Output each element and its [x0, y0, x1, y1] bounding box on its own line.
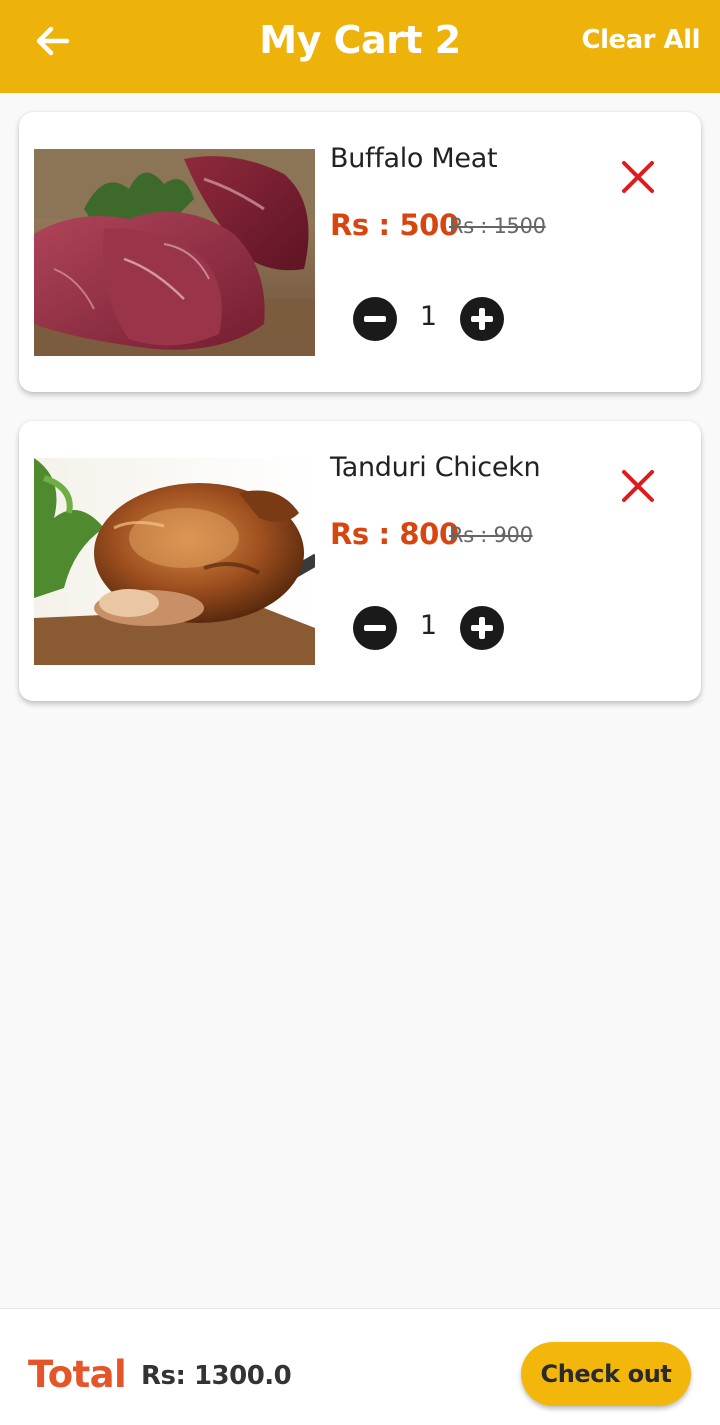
- product-original-price: Rs : 1500: [449, 214, 546, 238]
- increase-quantity-button[interactable]: [460, 606, 504, 650]
- back-arrow-icon: [36, 26, 70, 56]
- cart-item-card: Tanduri Chicekn Rs : 800 Rs : 900 1: [19, 421, 701, 701]
- cart-item-card: Buffalo Meat Rs : 500 Rs : 1500 1: [19, 112, 701, 392]
- clear-all-button[interactable]: Clear All: [582, 25, 701, 55]
- cart-footer: Total Rs: 1300.0 Check out: [0, 1308, 720, 1425]
- quantity-value: 1: [419, 301, 438, 332]
- close-icon: [622, 161, 654, 193]
- tandoori-chicken-image: [34, 458, 315, 665]
- close-icon: [622, 470, 654, 502]
- product-original-price: Rs : 900: [449, 523, 533, 547]
- total-value: Rs: 1300.0: [141, 1361, 292, 1391]
- product-price: Rs : 500: [330, 208, 459, 242]
- product-image: [34, 149, 315, 356]
- decrease-quantity-button[interactable]: [353, 606, 397, 650]
- product-name: Buffalo Meat: [330, 143, 498, 174]
- remove-item-button[interactable]: [619, 158, 657, 196]
- product-image: [34, 458, 315, 665]
- back-button[interactable]: [32, 22, 74, 60]
- buffalo-meat-image: [34, 149, 315, 356]
- checkout-button[interactable]: Check out: [521, 1342, 691, 1406]
- app-header: My Cart 2 Clear All: [0, 0, 720, 93]
- total-label: Total: [28, 1353, 127, 1396]
- quantity-value: 1: [419, 610, 438, 641]
- product-name: Tanduri Chicekn: [330, 452, 541, 483]
- increase-quantity-button[interactable]: [460, 297, 504, 341]
- decrease-quantity-button[interactable]: [353, 297, 397, 341]
- remove-item-button[interactable]: [619, 467, 657, 505]
- product-price: Rs : 800: [330, 517, 459, 551]
